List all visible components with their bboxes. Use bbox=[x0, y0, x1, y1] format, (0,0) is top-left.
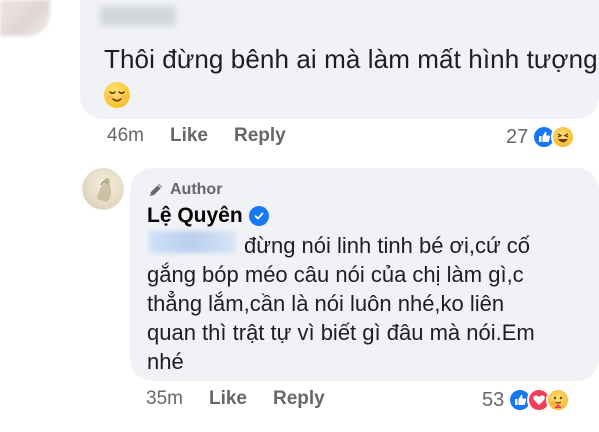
comment-meta: 46m Like Reply bbox=[107, 125, 312, 147]
reply-button[interactable]: Reply bbox=[273, 388, 325, 410]
author-name[interactable]: Lệ Quyên bbox=[147, 204, 269, 228]
reaction-summary[interactable]: 53 bbox=[482, 388, 571, 412]
reaction-summary[interactable]: 27 bbox=[506, 125, 576, 149]
reply-text-line: nhé bbox=[147, 349, 184, 374]
reply-text-line: thẳng lắm,cần là nói luôn nhé,ko liên bbox=[147, 291, 505, 316]
reply-button[interactable]: Reply bbox=[234, 125, 286, 147]
author-badge-label: Author bbox=[170, 181, 223, 198]
reaction-count: 53 bbox=[482, 388, 505, 411]
verified-badge-icon bbox=[248, 206, 269, 226]
haha-reaction-icon bbox=[551, 125, 576, 149]
author-badge: Author bbox=[148, 181, 222, 199]
pen-icon bbox=[150, 184, 162, 196]
author-name-text[interactable]: Lệ Quyên bbox=[147, 204, 243, 228]
reply-meta: 35m Like Reply bbox=[146, 388, 351, 410]
reply-text-line: đừng nói linh tinh bé ơi,cứ cố bbox=[244, 233, 531, 258]
reply-text-line: quan thì trật tự vì biết gì đâu mà nói.E… bbox=[147, 320, 535, 345]
reaction-icons bbox=[508, 388, 571, 412]
reply-text-line: gắng bóp méo câu nói của chị làm gì,c bbox=[147, 262, 524, 287]
reply-time[interactable]: 35m bbox=[146, 388, 183, 410]
relieved-face-emoji-icon bbox=[104, 82, 130, 108]
comment-time[interactable]: 46m bbox=[107, 125, 144, 147]
reaction-icons bbox=[532, 125, 576, 149]
care-reaction-icon bbox=[546, 388, 571, 412]
commenter-avatar-blurred[interactable] bbox=[0, 0, 50, 36]
mention-blurred[interactable] bbox=[149, 231, 235, 253]
commenter-name-blurred[interactable] bbox=[100, 6, 176, 26]
author-avatar[interactable] bbox=[82, 168, 124, 210]
like-button[interactable]: Like bbox=[170, 125, 208, 147]
reaction-count: 27 bbox=[506, 125, 529, 148]
comment-text: Thôi đừng bênh ai mà làm mất hình tượng.… bbox=[104, 44, 599, 74]
like-button[interactable]: Like bbox=[209, 388, 247, 410]
